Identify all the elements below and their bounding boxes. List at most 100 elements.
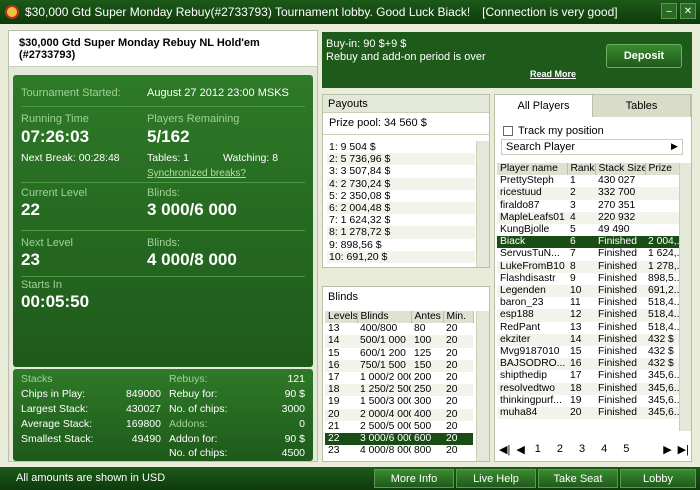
player-row[interactable]: ekziter 14 Finished 432 $ <box>497 333 683 347</box>
rebuys-value: 121 <box>287 373 305 385</box>
player-row[interactable]: muha84 20 Finished 345,6... <box>497 407 683 420</box>
player-cell <box>645 187 683 200</box>
payout-row: 1: 9 504 $ <box>329 141 376 153</box>
player-cell: 432 $ <box>648 346 674 358</box>
lobby-button[interactable]: Lobby <box>620 469 696 488</box>
blinds-cell: 14 <box>325 335 357 348</box>
next-page-icon[interactable]: ▶ <box>663 443 671 456</box>
prize-pool: Prize pool: 34 560 $ <box>323 113 489 135</box>
player-row[interactable]: RedPant 13 Finished 518,4... <box>497 322 683 334</box>
tab-tables[interactable]: Tables <box>593 95 691 117</box>
blinds-cell: 400/800 <box>360 323 398 335</box>
blinds-row[interactable]: 19 1 500/3 000 300 20 <box>325 396 473 408</box>
page-link[interactable]: 1 <box>535 443 541 455</box>
tournament-status: Tournament Started: August 27 2012 23:00… <box>13 75 313 367</box>
blinds-row[interactable]: 17 1 000/2 000 200 20 <box>325 372 473 384</box>
minimize-button[interactable]: – <box>661 3 677 19</box>
search-player-input[interactable]: Search Player <box>501 139 683 155</box>
blinds-column-header[interactable]: Blinds <box>357 311 412 324</box>
player-row[interactable]: thinkingpurf... 19 Finished 345,6... <box>497 395 683 407</box>
blinds-row[interactable]: 20 2 000/4 000 400 20 <box>325 408 473 421</box>
deposit-button[interactable]: Deposit <box>606 44 682 68</box>
blinds-cell: 125 <box>414 347 432 359</box>
tab-all-players[interactable]: All Players <box>495 95 593 117</box>
next-blinds-label: Blinds: <box>147 237 181 249</box>
blinds-row[interactable]: 13 400/800 80 20 <box>325 323 473 335</box>
blinds-row[interactable]: 14 500/1 000 100 20 <box>325 335 473 348</box>
blinds-cell: 600/1 200 <box>360 347 406 359</box>
last-page-icon[interactable]: ▶| <box>678 443 689 456</box>
tables-count: Tables: 1 <box>147 152 190 164</box>
player-cell: 3 <box>570 199 576 211</box>
first-page-icon[interactable]: ◀| <box>499 443 510 456</box>
player-column-header[interactable]: Rank <box>567 163 596 176</box>
player-cell: 5 <box>570 224 576 236</box>
more-info-button[interactable]: More Info <box>374 469 454 488</box>
search-arrow-icon[interactable]: ▶ <box>671 141 678 152</box>
page-link[interactable]: 2 <box>557 443 563 455</box>
player-row[interactable]: shipthedip 17 Finished 345,6... <box>497 370 683 382</box>
player-row[interactable]: Mvg9187010 15 Finished 432 $ <box>497 346 683 358</box>
blinds-scrollbar[interactable] <box>476 311 489 461</box>
player-row[interactable]: resolvedtwo 18 Finished 345,6... <box>497 382 683 395</box>
synchronized-breaks-link[interactable]: Synchronized breaks? <box>147 168 246 179</box>
player-cell: 16 <box>567 358 595 371</box>
blinds-column-header[interactable]: Levels <box>325 311 358 324</box>
player-row[interactable]: Biack 6 Finished 2 004,... <box>497 236 683 249</box>
prev-page-icon[interactable]: ◀ <box>516 443 524 456</box>
player-row[interactable]: PrettySteph 1 430 027 <box>497 175 683 187</box>
rebuy-period-text: Rebuy and add-on period is over <box>326 51 486 63</box>
stacks-panel: Stacks Rebuys: 121 Chips in Play: 849000… <box>13 369 313 461</box>
blinds-cell: 23 <box>328 445 340 457</box>
player-row[interactable]: baron_23 11 Finished 518,4... <box>497 297 683 309</box>
blinds-column-header[interactable]: Antes <box>411 311 444 324</box>
payouts-header: Payouts <box>323 95 489 113</box>
player-row[interactable]: Flashdisastr 9 Finished 898,5... <box>497 273 683 285</box>
player-column-header[interactable]: Player name <box>497 163 568 176</box>
blinds-table: Levels Blinds Antes Min. 13 400/800 80 20 14 500… <box>325 311 474 457</box>
payout-row: 7: 1 624,32 $ <box>329 214 391 227</box>
player-row[interactable]: ricestuud 2 332 700 <box>497 187 683 200</box>
close-button[interactable]: ✕ <box>680 3 696 19</box>
player-row[interactable]: LukeFromB10 8 Finished 1 278,... <box>497 260 683 273</box>
blinds-row[interactable]: 15 600/1 200 125 20 <box>325 348 473 360</box>
read-more-link[interactable]: Read More <box>530 69 576 79</box>
player-column-header[interactable]: Stack Size <box>595 163 646 176</box>
player-cell: 11 <box>570 297 581 309</box>
payout-row: 4: 2 730,24 $ <box>327 177 475 190</box>
player-row[interactable]: Legenden 10 Finished 691,2... <box>497 285 683 298</box>
players-scrollbar[interactable] <box>679 163 691 431</box>
blinds-cell: 150 <box>411 359 443 373</box>
blinds-cell: 200 <box>414 372 432 384</box>
track-checkbox[interactable] <box>503 126 513 136</box>
blinds-row[interactable]: 18 1 250/2 500 250 20 <box>325 384 473 397</box>
player-cell: Finished <box>598 321 637 333</box>
blinds-row[interactable]: 16 750/1 500 150 20 <box>325 359 473 373</box>
page-link[interactable]: 3 <box>579 443 585 455</box>
player-row[interactable]: MapleLeafs01 4 220 932 <box>497 211 683 225</box>
blinds-column-header[interactable]: Min. <box>443 311 474 324</box>
player-row[interactable]: firaldo87 3 270 351 <box>497 200 683 212</box>
live-help-button[interactable]: Live Help <box>456 469 536 488</box>
blinds-row[interactable]: 21 2 500/5 000 500 20 <box>325 421 473 433</box>
player-row[interactable]: BAJSODRO... 16 Finished 432 $ <box>497 358 683 371</box>
player-cell: Mvg9187010 <box>500 346 560 358</box>
player-cell: Finished <box>595 309 645 322</box>
payouts-scrollbar[interactable] <box>476 141 489 267</box>
player-cell: BAJSODRO... <box>497 358 567 371</box>
page-link[interactable]: 5 <box>623 443 629 455</box>
page-link[interactable]: 4 <box>601 443 607 455</box>
blinds-cell: 2 000/4 000 <box>357 408 411 421</box>
app-logo-icon <box>5 5 19 19</box>
take-seat-button[interactable]: Take Seat <box>538 469 618 488</box>
player-row[interactable]: ServusTuN... 7 Finished 1 624,... <box>497 248 683 260</box>
track-position[interactable]: Track my position <box>503 125 604 137</box>
blinds-row[interactable]: 23 4 000/8 000 800 20 <box>325 445 473 457</box>
player-cell: shipthedip <box>500 370 547 382</box>
player-row[interactable]: KungBjolle 5 49 490 <box>497 224 683 236</box>
pagination: ◀| ◀ 1 2 3 4 5 ▶ ▶| <box>499 441 689 457</box>
player-cell <box>645 175 683 187</box>
player-column-header[interactable]: Prize <box>645 163 684 176</box>
blinds-row[interactable]: 22 3 000/6 000 600 20 <box>325 433 473 446</box>
player-row[interactable]: esp188 12 Finished 518,4... <box>497 309 683 322</box>
